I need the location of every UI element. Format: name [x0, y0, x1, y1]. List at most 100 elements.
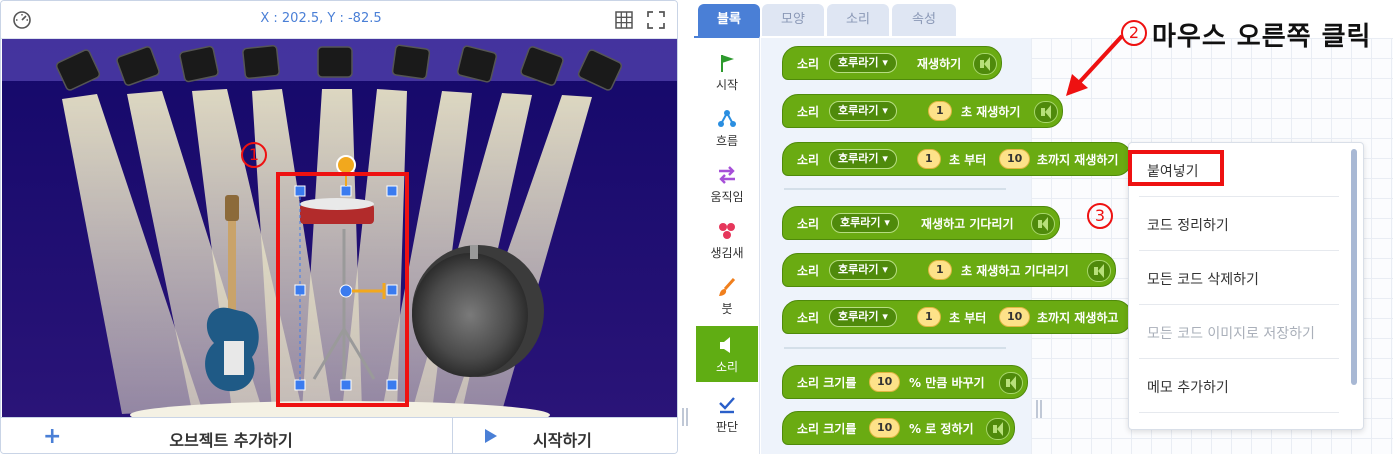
block-text: 초까지 재생하기 [1037, 153, 1119, 167]
move-arrows-icon [719, 166, 735, 184]
block-play-sound-seconds-wait[interactable]: 소리 호루라기 ▾ 1 초 재생하고 기다리기 [782, 253, 1116, 287]
menu-item-add-memo[interactable]: 메모 추가하기 [1139, 359, 1339, 413]
block-text: 초 재생하기 [961, 105, 1021, 119]
block-text: 소리 [797, 264, 820, 278]
sound-dropdown[interactable]: 호루라기 ▾ [831, 213, 899, 233]
number-input[interactable]: 10 [869, 372, 901, 392]
block-text: 소리 [797, 105, 820, 119]
category-sound[interactable]: 소리 [696, 326, 758, 382]
block-text: 소리 [797, 57, 820, 71]
sound-dropdown[interactable]: 호루라기 ▾ [829, 260, 897, 280]
block-play-sound-seconds[interactable]: 소리 호루라기 ▾ 1 초 재생하기 [782, 94, 1063, 128]
block-text: 재생하기 [917, 57, 962, 71]
sound-dropdown[interactable]: 호루라기 ▾ [829, 53, 897, 73]
category-label: 흐름 [715, 134, 739, 148]
add-object-label: 오브젝트 추가하기 [169, 431, 293, 450]
category-brush[interactable]: 붓 [696, 268, 758, 324]
tab-blocks[interactable]: 블록 [698, 4, 760, 36]
speaker-icon [1034, 101, 1058, 123]
category-looks[interactable]: 생김새 [696, 212, 758, 268]
block-play-sound[interactable]: 소리 호루라기 ▾ 재생하기 [782, 46, 1002, 80]
tab-sounds[interactable]: 소리 [827, 4, 889, 36]
category-judgment[interactable]: 판단 [696, 386, 758, 442]
block-text: 초 부터 [949, 311, 987, 325]
speaker-icon [720, 337, 730, 353]
looks-shapes-icon [719, 223, 735, 239]
category-start[interactable]: 시작 [696, 44, 758, 100]
menu-item-label: 모든 코드 삭제하기 [1147, 272, 1259, 288]
menu-item-label: 메모 추가하기 [1147, 380, 1229, 396]
block-text: 소리 [797, 153, 820, 167]
speaker-icon [986, 418, 1010, 440]
flag-icon [721, 55, 734, 72]
pointer-arrow-icon [1066, 34, 1124, 96]
number-input[interactable]: 1 [928, 101, 952, 121]
tab-shapes[interactable]: 모양 [762, 4, 824, 36]
speaker-icon [1031, 213, 1055, 235]
fullscreen-icon[interactable] [645, 9, 667, 31]
check-icon [719, 397, 735, 414]
block-change-volume[interactable]: 소리 크기를 10 % 만큼 바꾸기 [782, 365, 1028, 399]
category-label: 생김새 [710, 246, 744, 260]
category-label: 판단 [715, 420, 739, 434]
brush-icon [719, 277, 736, 296]
menu-item-label: 코드 정리하기 [1147, 218, 1229, 234]
block-text: 재생하고 기다리기 [921, 217, 1014, 231]
panel-resize-handle[interactable] [682, 408, 688, 426]
selected-object-highlight [276, 172, 409, 407]
category-sidebar: 시작 흐름 움직임 생김새 붓 소리 판단 [694, 36, 760, 454]
category-label: 시작 [715, 78, 739, 92]
block-text: % 만큼 바꾸기 [909, 376, 985, 390]
speaker-icon [1087, 260, 1111, 282]
paste-highlight [1128, 150, 1224, 186]
number-input[interactable]: 10 [999, 307, 1031, 327]
block-text: % 로 정하기 [909, 422, 974, 436]
menu-item-label: 모든 코드 이미지로 저장하기 [1147, 326, 1315, 342]
block-set-volume[interactable]: 소리 크기를 10 % 로 정하기 [782, 411, 1015, 445]
number-input[interactable]: 1 [917, 307, 941, 327]
category-movement[interactable]: 움직임 [696, 156, 758, 212]
category-flow[interactable]: 흐름 [696, 100, 758, 156]
step-1-marker: 1 [241, 142, 267, 168]
start-label: 시작하기 [533, 431, 592, 450]
block-text: 초까지 재생하고 [1037, 311, 1119, 325]
number-input[interactable]: 1 [928, 260, 952, 280]
bass-drum-sprite [412, 245, 544, 377]
menu-item-tidy-code[interactable]: 코드 정리하기 [1139, 197, 1339, 251]
step-2-instruction: 마우스 오른쪽 클릭 [1152, 22, 1372, 52]
play-icon [485, 429, 497, 443]
block-play-sound-wait[interactable]: 소리 호루라기 ▾ 재생하고 기다리기 [782, 206, 1060, 240]
tab-properties[interactable]: 속성 [892, 4, 956, 36]
category-label: 움직임 [710, 190, 744, 204]
category-label: 소리 [715, 360, 739, 374]
stage-bottom-bar: + 오브젝트 추가하기 시작하기 [1, 417, 677, 453]
number-input[interactable]: 10 [869, 418, 901, 438]
palette-divider [784, 347, 1006, 349]
speaker-icon [999, 372, 1023, 394]
start-button[interactable]: 시작하기 [453, 418, 677, 453]
speaker-icon [973, 53, 997, 75]
block-play-sound-range[interactable]: 소리 호루라기 ▾ 1 초 부터 10 초까지 재생하기 [782, 142, 1132, 176]
sound-dropdown[interactable]: 호루라기 ▾ [829, 307, 897, 327]
sound-dropdown[interactable]: 호루라기 ▾ [829, 149, 897, 169]
category-label: 붓 [721, 302, 733, 316]
block-text: 소리 크기를 [797, 422, 857, 436]
block-play-sound-range-wait[interactable]: 소리 호루라기 ▾ 1 초 부터 10 초까지 재생하고 [782, 300, 1132, 334]
stage-toolbar: X : 202.5, Y : -82.5 [1, 1, 677, 39]
block-text: 소리 크기를 [797, 376, 857, 390]
context-menu-scrollbar[interactable] [1351, 149, 1357, 385]
grid-icon[interactable] [613, 9, 635, 31]
block-text: 초 부터 [949, 153, 987, 167]
stage-coordinates: X : 202.5, Y : -82.5 [260, 11, 382, 26]
block-text: 소리 [797, 311, 820, 325]
palette-resize-handle[interactable] [1036, 400, 1042, 418]
step-3-marker: 3 [1087, 203, 1113, 229]
block-text: 초 재생하고 기다리기 [961, 264, 1069, 278]
menu-item-save-code-image: 모든 코드 이미지로 저장하기 [1139, 305, 1339, 359]
sound-dropdown[interactable]: 호루라기 ▾ [829, 101, 897, 121]
block-text: 소리 [797, 217, 820, 231]
menu-item-delete-all-code[interactable]: 모든 코드 삭제하기 [1139, 251, 1339, 305]
number-input[interactable]: 1 [917, 149, 941, 169]
add-object-button[interactable]: + 오브젝트 추가하기 [1, 418, 453, 453]
number-input[interactable]: 10 [999, 149, 1031, 169]
